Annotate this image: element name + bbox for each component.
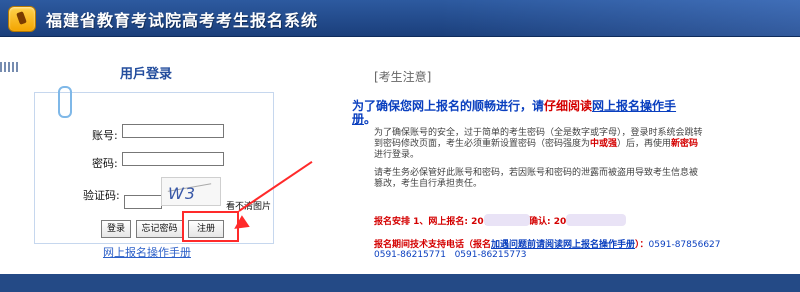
- login-button[interactable]: 登录: [101, 220, 131, 238]
- notice-main: 为了确保您网上报名的顺畅进行，请仔细阅读网上报名操作手册。: [352, 100, 692, 126]
- footer-bar: [0, 274, 800, 292]
- account-label: 账号:: [92, 129, 118, 142]
- support-prefix: 报名期间技术支持电话（报名: [374, 240, 492, 250]
- notice-small-2: 请考生务必保管好此账号和密码，若因账号和密码的泄露而被盗用导致考生信息被篡改，考…: [374, 168, 699, 189]
- support-phone-2: 0591-86215771: [374, 250, 446, 260]
- schedule-part-a: 报名安排 1、网上报名: 20: [374, 217, 484, 227]
- password-input[interactable]: [122, 152, 224, 166]
- captcha-text: W3: [168, 184, 196, 203]
- schedule-line: 报名安排 1、网上报名: 20日 2、现场确认: 20日: [374, 214, 627, 227]
- captcha-input[interactable]: [124, 195, 162, 209]
- captcha-label: 验证码:: [83, 189, 120, 202]
- support-phone-3: 0591-86215773: [454, 250, 527, 260]
- forgot-password-button[interactable]: 忘记密码: [136, 220, 183, 238]
- decorative-dots: [0, 62, 18, 72]
- login-panel-title: 用戶登录: [120, 67, 173, 82]
- paperclip-icon: [58, 86, 72, 118]
- notice-main-prefix: 为了确保您网上报名的顺畅进行，请: [352, 99, 545, 113]
- header-shine: [440, 0, 800, 36]
- notice-main-emphasis: 仔细阅读: [544, 99, 593, 113]
- logo-icon: [8, 6, 36, 32]
- redacted-date-1: [483, 214, 530, 226]
- highlight-box: [182, 211, 239, 242]
- notice-small-1: 为了确保账号的安全，过于简单的考生密码（全是数字或字母），登录时系统会跳转到密码…: [374, 128, 704, 161]
- notice-small-1-red2: 新密码: [671, 139, 699, 149]
- redacted-date-2: [566, 214, 627, 226]
- password-label: 密码:: [92, 157, 118, 170]
- page-title: 福建省教育考试院高考考生报名系统: [46, 11, 319, 30]
- account-input[interactable]: [122, 124, 224, 138]
- notice-main-suffix: 。: [364, 112, 377, 126]
- header-bar: 福建省教育考试院高考考生报名系统: [0, 0, 800, 37]
- support-line-2: 0591-86215771 0591-86215773: [374, 250, 527, 260]
- support-line-1: 报名期间技术支持电话（报名加遇问题前请阅读网上报名操作手册）：0591-8785…: [374, 237, 721, 250]
- notice-small-1-red1: 中或强: [590, 139, 618, 149]
- notice-small-1-c: 进行登录。: [374, 150, 420, 160]
- support-suffix: ）：: [635, 240, 649, 250]
- support-phone-1: 0591-87856627: [648, 240, 721, 250]
- notice-small-1-b: ）后，再使用: [617, 139, 672, 149]
- notice-title: [考生注意]: [374, 70, 432, 84]
- manual-link[interactable]: 网上报名操作手册: [103, 244, 191, 260]
- support-manual-link[interactable]: 加遇问题前请阅读网上报名操作手册: [491, 240, 635, 250]
- captcha-image[interactable]: W3: [161, 177, 221, 206]
